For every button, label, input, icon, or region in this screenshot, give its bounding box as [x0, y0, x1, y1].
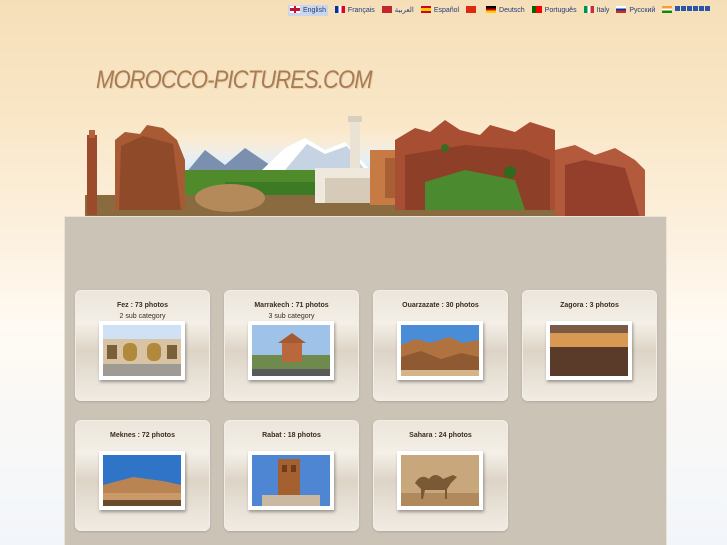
india-flag-icon [662, 6, 673, 13]
lang-english[interactable]: English [288, 5, 328, 16]
unrendered-language-label [675, 6, 712, 11]
category-thumbnail[interactable] [248, 321, 334, 380]
category-thumbnail[interactable] [99, 451, 185, 510]
france-flag-icon [334, 6, 345, 13]
portugal-flag-icon [531, 6, 542, 13]
royal-palace-gate-icon [103, 325, 181, 376]
site-logo[interactable]: MOROCCO-PICTURES.COM [96, 66, 373, 95]
lang-russian[interactable]: Русский [616, 5, 655, 16]
category-thumbnail[interactable] [397, 451, 483, 510]
category-title[interactable]: Marrakech : 71 photos [224, 302, 359, 309]
china-flag-icon [466, 6, 477, 13]
category-thumbnail[interactable] [248, 451, 334, 510]
city-wall-icon [103, 455, 181, 506]
lang-francais[interactable]: Français [334, 5, 375, 16]
lang-italy[interactable]: Italy [583, 5, 609, 16]
category-thumbnail[interactable] [99, 321, 185, 380]
category-card-marrakech[interactable]: Marrakech : 71 photos 3 sub category [224, 290, 359, 401]
lang-espanol[interactable]: Español [420, 5, 459, 16]
category-card-fez[interactable]: Fez : 73 photos 2 sub category [75, 290, 210, 401]
spain-flag-icon [420, 6, 431, 13]
gallery-content: Fez : 73 photos 2 sub category Marrakech… [64, 216, 667, 545]
category-thumbnail[interactable] [546, 321, 632, 380]
category-card-meknes[interactable]: Meknes : 72 photos [75, 420, 210, 531]
category-thumbnail[interactable] [397, 321, 483, 380]
lang-arabic[interactable]: العربية [381, 5, 414, 16]
desert-sunset-icon [550, 325, 628, 376]
lang-hindi[interactable] [662, 5, 712, 16]
germany-flag-icon [486, 6, 497, 13]
koutoubia-mosque-icon [252, 325, 330, 376]
category-card-sahara[interactable]: Sahara : 24 photos [373, 420, 508, 531]
hassan-tower-icon [252, 455, 330, 506]
camel-icon [401, 455, 479, 506]
category-card-zagora[interactable]: Zagora : 3 photos [522, 290, 657, 401]
category-card-ouarzazate[interactable]: Ouarzazate : 30 photos [373, 290, 508, 401]
category-subcount[interactable]: 2 sub category [75, 313, 210, 320]
uk-flag-icon [290, 6, 300, 13]
lang-portugues[interactable]: Português [531, 5, 577, 16]
language-bar: English Français العربية Español Deutsch… [288, 5, 716, 17]
category-title[interactable]: Rabat : 18 photos [224, 432, 359, 439]
russia-flag-icon [616, 6, 627, 13]
desert-canyon-icon [401, 325, 479, 376]
category-title[interactable]: Zagora : 3 photos [522, 302, 657, 309]
category-title[interactable]: Sahara : 24 photos [373, 432, 508, 439]
category-card-rabat[interactable]: Rabat : 18 photos [224, 420, 359, 531]
category-title[interactable]: Fez : 73 photos [75, 302, 210, 309]
morocco-collage-banner [85, 116, 645, 218]
category-subcount[interactable]: 3 sub category [224, 313, 359, 320]
category-title[interactable]: Ouarzazate : 30 photos [373, 302, 508, 309]
italy-flag-icon [583, 6, 594, 13]
lang-chinese[interactable] [466, 5, 479, 16]
category-title[interactable]: Meknes : 72 photos [75, 432, 210, 439]
morocco-flag-icon [381, 6, 392, 13]
lang-deutsch[interactable]: Deutsch [486, 5, 525, 16]
